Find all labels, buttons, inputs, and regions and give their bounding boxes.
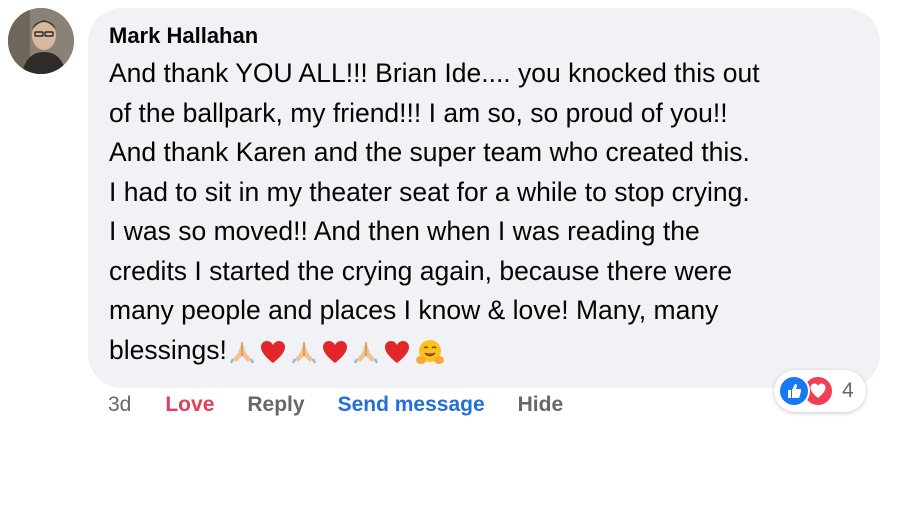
- like-icon: [778, 375, 810, 407]
- author-name[interactable]: Mark Hallahan: [109, 22, 856, 50]
- avatar-photo: [8, 8, 74, 74]
- comment-line: And thank Karen and the super team who c…: [109, 137, 750, 167]
- avatar[interactable]: [8, 8, 74, 74]
- comment-line: credits I started the crying again, beca…: [109, 255, 733, 286]
- comment-actions: 3d Love Reply Send message Hide: [108, 393, 563, 417]
- red-heart-icon: [259, 339, 287, 365]
- comment: Mark Hallahan And thank YOU ALL!!! Brian…: [0, 0, 900, 519]
- comment-line: blessings!: [109, 334, 227, 365]
- red-heart-icon: [383, 339, 411, 365]
- comment-bubble: Mark Hallahan And thank YOU ALL!!! Brian…: [88, 8, 880, 388]
- red-heart-icon: [321, 339, 349, 365]
- emoji-row: [229, 338, 445, 366]
- reply-button[interactable]: Reply: [247, 393, 304, 417]
- comment-line: many people and places I know & love! Ma…: [109, 295, 719, 325]
- comment-line: I was so moved!! And then when I was rea…: [109, 216, 700, 246]
- folded-hands-icon: [229, 339, 255, 365]
- folded-hands-icon: [291, 339, 317, 365]
- reactions-summary[interactable]: 4: [774, 370, 866, 412]
- reaction-count: 4: [842, 379, 854, 402]
- comment-last-line: blessings!: [109, 331, 856, 371]
- comment-line: And thank YOU ALL!!! Brian Ide.... you k…: [109, 58, 760, 88]
- timestamp[interactable]: 3d: [108, 393, 131, 417]
- comment-line: of the ballpark, my friend!!! I am so, s…: [109, 97, 728, 128]
- folded-hands-icon: [353, 339, 379, 365]
- smiling-face-with-open-hands-icon: [415, 338, 445, 366]
- send-message-button[interactable]: Send message: [338, 393, 485, 417]
- love-button[interactable]: Love: [165, 393, 214, 417]
- comment-line: I had to sit in my theater seat for a wh…: [109, 176, 750, 207]
- hide-button[interactable]: Hide: [518, 393, 564, 417]
- comment-text: And thank YOU ALL!!! Brian Ide.... you k…: [109, 54, 856, 370]
